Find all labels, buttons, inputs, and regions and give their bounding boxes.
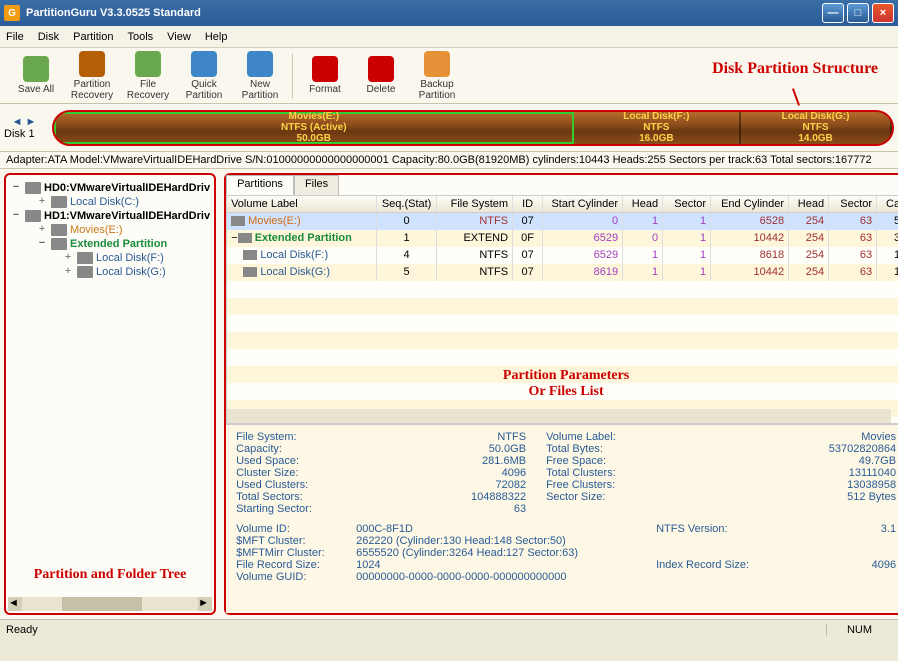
col-header[interactable]: End Cylinder bbox=[711, 196, 789, 212]
tree-node[interactable]: −HD0:VMwareVirtualIDEHardDriv bbox=[10, 181, 210, 195]
partition-grid: Volume LabelSeq.(Stat)File SystemIDStart… bbox=[226, 195, 898, 424]
tool-icon bbox=[23, 56, 49, 82]
table-row[interactable]: −Extended Partition1EXTEND0F652901104422… bbox=[227, 230, 898, 247]
col-header[interactable]: File System bbox=[437, 196, 513, 212]
tree-scrollbar[interactable]: ◄► bbox=[8, 597, 212, 611]
partition-Local Disk(F:)[interactable]: Local Disk(F:)NTFS16.0GB bbox=[574, 112, 742, 144]
col-header[interactable]: Start Cylinder bbox=[543, 196, 623, 212]
partition-tree-pane: −HD0:VMwareVirtualIDEHardDriv+Local Disk… bbox=[4, 173, 216, 615]
col-header[interactable]: ID bbox=[513, 196, 543, 212]
maximize-button[interactable]: □ bbox=[847, 3, 869, 23]
col-header[interactable]: Sector bbox=[663, 196, 711, 212]
grid-scrollbar[interactable] bbox=[227, 409, 891, 423]
titlebar: G PartitionGuru V3.3.0525 Standard — □ × bbox=[0, 0, 898, 26]
table-row[interactable]: Local Disk(F:)4NTFS076529118618254631 bbox=[227, 247, 898, 264]
table-row[interactable]: Local Disk(G:)5NTFS0786191110442254631 bbox=[227, 264, 898, 281]
tool-format[interactable]: Format bbox=[297, 56, 353, 95]
tool-icon bbox=[247, 51, 273, 77]
tree-node[interactable]: +Movies(E:) bbox=[36, 223, 210, 237]
menu-partition[interactable]: Partition bbox=[73, 31, 113, 43]
col-header[interactable]: Head bbox=[789, 196, 829, 212]
partition-details-pane: Partitions Files Volume LabelSeq.(Stat)F… bbox=[224, 173, 898, 615]
tool-icon bbox=[135, 51, 161, 77]
status-ready: Ready bbox=[6, 624, 38, 636]
annotation-structure: Disk Partition Structure bbox=[712, 60, 878, 78]
tool-new-partition[interactable]: New Partition bbox=[232, 51, 288, 101]
tree-node[interactable]: +Local Disk(F:) bbox=[62, 251, 210, 265]
col-header[interactable]: Volume Label bbox=[227, 196, 377, 212]
tool-icon bbox=[191, 51, 217, 77]
tool-file-recovery[interactable]: File Recovery bbox=[120, 51, 176, 101]
window-title: PartitionGuru V3.3.0525 Standard bbox=[26, 7, 822, 19]
disk-nav-arrows[interactable]: ◄ ► bbox=[4, 116, 44, 128]
tree-node[interactable]: −HD1:VMwareVirtualIDEHardDriv bbox=[10, 209, 210, 223]
tool-icon bbox=[312, 56, 338, 82]
tool-partition-recovery[interactable]: Partition Recovery bbox=[64, 51, 120, 101]
tree-node[interactable]: +Local Disk(C:) bbox=[36, 195, 210, 209]
col-header[interactable]: Sector bbox=[829, 196, 877, 212]
annotation-tree: Partition and Folder Tree bbox=[6, 567, 214, 583]
menu-file[interactable]: File bbox=[6, 31, 24, 43]
partition-Local Disk(G:)[interactable]: Local Disk(G:)NTFS14.0GB bbox=[741, 112, 892, 144]
statusbar: Ready NUM bbox=[0, 619, 898, 639]
tree-node[interactable]: −Extended Partition bbox=[36, 237, 210, 251]
status-num: NUM bbox=[826, 624, 892, 636]
tab-files[interactable]: Files bbox=[294, 175, 339, 195]
tool-save-all[interactable]: Save All bbox=[8, 56, 64, 95]
toolbar: Save AllPartition RecoveryFile RecoveryQ… bbox=[0, 48, 898, 104]
partition-details: File System:NTFSVolume Label:MoviesCapac… bbox=[226, 424, 898, 613]
tool-icon bbox=[368, 56, 394, 82]
col-header[interactable]: Seq.(Stat) bbox=[377, 196, 437, 212]
disk-bar[interactable]: Movies(E:)NTFS (Active)50.0GBLocal Disk(… bbox=[52, 110, 894, 146]
tool-backup-partition[interactable]: Backup Partition bbox=[409, 51, 465, 101]
tab-partitions[interactable]: Partitions bbox=[226, 175, 294, 195]
app-icon: G bbox=[4, 5, 20, 21]
menubar: File Disk Partition Tools View Help bbox=[0, 26, 898, 48]
tool-delete[interactable]: Delete bbox=[353, 56, 409, 95]
tool-icon bbox=[79, 51, 105, 77]
menu-view[interactable]: View bbox=[167, 31, 191, 43]
menu-disk[interactable]: Disk bbox=[38, 31, 59, 43]
disk-label: Disk 1 bbox=[4, 128, 44, 140]
annotation-params: Partition ParametersOr Files List bbox=[503, 368, 629, 400]
minimize-button[interactable]: — bbox=[822, 3, 844, 23]
tool-quick-partition[interactable]: Quick Partition bbox=[176, 51, 232, 101]
disk-structure-row: ◄ ► Disk 1 Movies(E:)NTFS (Active)50.0GB… bbox=[0, 104, 898, 152]
menu-tools[interactable]: Tools bbox=[127, 31, 153, 43]
col-header[interactable]: Head bbox=[623, 196, 663, 212]
partition-Movies(E:)[interactable]: Movies(E:)NTFS (Active)50.0GB bbox=[54, 112, 574, 144]
col-header[interactable]: Ca bbox=[877, 196, 898, 212]
tool-icon bbox=[424, 51, 450, 77]
close-button[interactable]: × bbox=[872, 3, 894, 23]
tree-node[interactable]: +Local Disk(G:) bbox=[62, 265, 210, 279]
table-row[interactable]: Movies(E:)0NTFS070116528254635 bbox=[227, 213, 898, 230]
disk-info-line: Adapter:ATA Model:VMwareVirtualIDEHardDr… bbox=[0, 152, 898, 169]
menu-help[interactable]: Help bbox=[205, 31, 228, 43]
